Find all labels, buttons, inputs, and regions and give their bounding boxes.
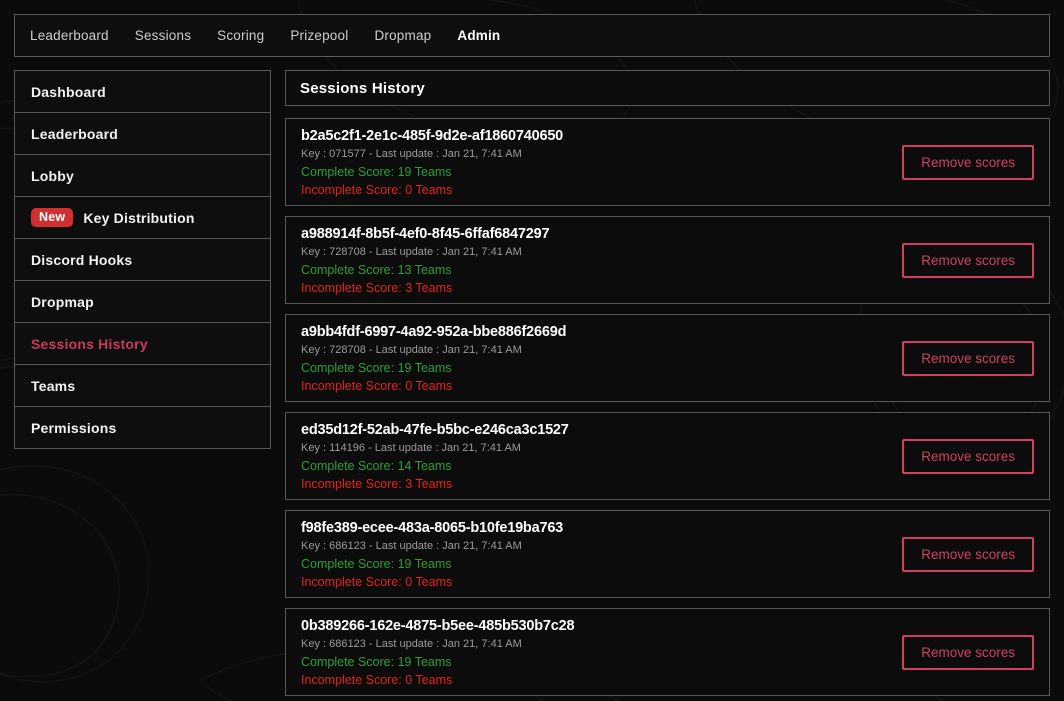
sidebar-item-label: Key Distribution (83, 210, 194, 226)
complete-score: Complete Score: 13 Teams (301, 263, 549, 277)
session-card: a988914f-8b5f-4ef0-8f45-6ffaf6847297 Key… (285, 216, 1050, 304)
session-meta: Key : 728708 - Last update : Jan 21, 7:4… (301, 246, 549, 258)
complete-score: Complete Score: 19 Teams (301, 165, 563, 179)
sidebar-item-label: Sessions History (31, 336, 148, 352)
session-meta: Key : 071577 - Last update : Jan 21, 7:4… (301, 148, 563, 160)
nav-item-sessions[interactable]: Sessions (135, 28, 191, 43)
incomplete-score: Incomplete Score: 0 Teams (301, 673, 574, 687)
session-card: f98fe389-ecee-483a-8065-b10fe19ba763 Key… (285, 510, 1050, 598)
sidebar-item-label: Leaderboard (31, 126, 118, 142)
sidebar-item-label: Lobby (31, 168, 74, 184)
remove-scores-button[interactable]: Remove scores (902, 439, 1034, 474)
sidebar-item-permissions[interactable]: Permissions (14, 406, 271, 449)
incomplete-score: Incomplete Score: 3 Teams (301, 281, 549, 295)
admin-page: Leaderboard Sessions Scoring Prizepool D… (0, 0, 1064, 701)
session-id: f98fe389-ecee-483a-8065-b10fe19ba763 (301, 520, 563, 536)
sessions-history-panel: Sessions History b2a5c2f1-2e1c-485f-9d2e… (285, 70, 1050, 701)
incomplete-score: Incomplete Score: 0 Teams (301, 575, 563, 589)
remove-scores-button[interactable]: Remove scores (902, 537, 1034, 572)
new-badge: New (31, 208, 73, 227)
sidebar-item-sessions-history[interactable]: Sessions History (14, 322, 271, 365)
session-id: 0b389266-162e-4875-b5ee-485b530b7c28 (301, 618, 574, 634)
admin-sidebar: Dashboard Leaderboard Lobby New Key Dist… (14, 70, 271, 449)
complete-score: Complete Score: 14 Teams (301, 459, 569, 473)
session-meta: Key : 114196 - Last update : Jan 21, 7:4… (301, 442, 569, 454)
session-info: ed35d12f-52ab-47fe-b5bc-e246ca3c1527 Key… (301, 422, 569, 491)
nav-item-admin[interactable]: Admin (457, 28, 500, 43)
sidebar-item-discord-hooks[interactable]: Discord Hooks (14, 238, 271, 281)
session-id: a9bb4fdf-6997-4a92-952a-bbe886f2669d (301, 324, 566, 340)
session-info: f98fe389-ecee-483a-8065-b10fe19ba763 Key… (301, 520, 563, 589)
incomplete-score: Incomplete Score: 0 Teams (301, 183, 563, 197)
top-navigation: Leaderboard Sessions Scoring Prizepool D… (14, 14, 1050, 57)
session-id: ed35d12f-52ab-47fe-b5bc-e246ca3c1527 (301, 422, 569, 438)
remove-scores-button[interactable]: Remove scores (902, 635, 1034, 670)
nav-item-leaderboard[interactable]: Leaderboard (30, 28, 109, 43)
nav-item-scoring[interactable]: Scoring (217, 28, 264, 43)
complete-score: Complete Score: 19 Teams (301, 361, 566, 375)
session-meta: Key : 686123 - Last update : Jan 21, 7:4… (301, 638, 574, 650)
session-card: ed35d12f-52ab-47fe-b5bc-e246ca3c1527 Key… (285, 412, 1050, 500)
page-title: Sessions History (300, 80, 425, 97)
session-meta: Key : 686123 - Last update : Jan 21, 7:4… (301, 540, 563, 552)
sidebar-item-label: Teams (31, 378, 75, 394)
sidebar-item-label: Permissions (31, 420, 116, 436)
complete-score: Complete Score: 19 Teams (301, 655, 574, 669)
session-info: b2a5c2f1-2e1c-485f-9d2e-af1860740650 Key… (301, 128, 563, 197)
sidebar-item-teams[interactable]: Teams (14, 364, 271, 407)
session-card: b2a5c2f1-2e1c-485f-9d2e-af1860740650 Key… (285, 118, 1050, 206)
nav-item-dropmap[interactable]: Dropmap (374, 28, 431, 43)
sidebar-item-label: Dashboard (31, 84, 106, 100)
session-meta: Key : 728708 - Last update : Jan 21, 7:4… (301, 344, 566, 356)
sidebar-item-key-distribution[interactable]: New Key Distribution (14, 196, 271, 239)
incomplete-score: Incomplete Score: 0 Teams (301, 379, 566, 393)
admin-layout: Dashboard Leaderboard Lobby New Key Dist… (14, 70, 1050, 701)
session-card: a9bb4fdf-6997-4a92-952a-bbe886f2669d Key… (285, 314, 1050, 402)
sidebar-item-label: Dropmap (31, 294, 94, 310)
remove-scores-button[interactable]: Remove scores (902, 243, 1034, 278)
sidebar-item-dropmap[interactable]: Dropmap (14, 280, 271, 323)
sidebar-item-dashboard[interactable]: Dashboard (14, 70, 271, 113)
nav-item-prizepool[interactable]: Prizepool (290, 28, 348, 43)
session-id: a988914f-8b5f-4ef0-8f45-6ffaf6847297 (301, 226, 549, 242)
complete-score: Complete Score: 19 Teams (301, 557, 563, 571)
session-card: 0b389266-162e-4875-b5ee-485b530b7c28 Key… (285, 608, 1050, 696)
sidebar-item-label: Discord Hooks (31, 252, 132, 268)
session-info: 0b389266-162e-4875-b5ee-485b530b7c28 Key… (301, 618, 574, 687)
page-header: Sessions History (285, 70, 1050, 106)
sidebar-item-leaderboard[interactable]: Leaderboard (14, 112, 271, 155)
sidebar-item-lobby[interactable]: Lobby (14, 154, 271, 197)
session-info: a9bb4fdf-6997-4a92-952a-bbe886f2669d Key… (301, 324, 566, 393)
incomplete-score: Incomplete Score: 3 Teams (301, 477, 569, 491)
remove-scores-button[interactable]: Remove scores (902, 145, 1034, 180)
session-info: a988914f-8b5f-4ef0-8f45-6ffaf6847297 Key… (301, 226, 549, 295)
session-id: b2a5c2f1-2e1c-485f-9d2e-af1860740650 (301, 128, 563, 144)
remove-scores-button[interactable]: Remove scores (902, 341, 1034, 376)
